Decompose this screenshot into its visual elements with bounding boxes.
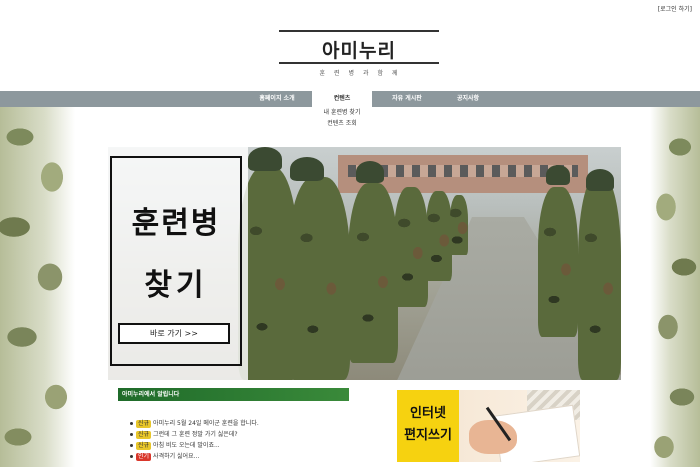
notice-item[interactable]: 신규 아미누리 5월 24일 메이군 훈련을 합니다.: [130, 418, 360, 429]
internet-letter-banner[interactable]: 인터넷 편지쓰기: [397, 390, 580, 462]
notice-item-text: 아침 비도 오는데 말이죠...: [153, 442, 220, 449]
soldier-helmet: [248, 147, 282, 171]
soldier-helmet: [290, 157, 324, 181]
site-logo[interactable]: 아미누리 훈련병과함께: [279, 30, 439, 82]
notice-header[interactable]: 아미누리에서 알립니다: [118, 388, 349, 401]
new-badge: 신규: [136, 442, 152, 450]
logo-rule-top: [279, 30, 439, 32]
soldier-figure: [426, 191, 452, 281]
notice-item-text: 아미누리 5월 24일 메이군 훈련을 합니다.: [153, 420, 259, 427]
new-badge: 신규: [136, 431, 152, 439]
soldier-figure: [578, 177, 621, 380]
go-now-button[interactable]: 바로 가기 >>: [118, 323, 230, 344]
contents-dropdown: 내 훈련병 찾기 컨텐츠 조회: [312, 107, 372, 129]
notice-item-text: 사격하기 싫어요...: [153, 453, 200, 460]
notice-item[interactable]: 신규 그런데 그 훈련 정말 가기 싫은데?: [130, 429, 360, 440]
soldier-figure: [450, 195, 468, 255]
nav-item-notice[interactable]: 공지사항: [448, 91, 488, 107]
camo-background-left: [0, 107, 75, 467]
soldier-figure: [288, 177, 350, 380]
soldier-figure: [348, 183, 398, 363]
notice-item-text: 그런데 그 훈련 정말 가기 싫은데?: [153, 431, 238, 438]
nav-item-contents[interactable]: 컨텐츠: [312, 91, 372, 107]
login-link[interactable]: [로그인 하기]: [658, 4, 692, 13]
dropdown-item-find-trainee[interactable]: 내 훈련병 찾기: [312, 107, 372, 118]
notice-item[interactable]: 신규 아침 비도 오는데 말이죠...: [130, 440, 360, 451]
soldier-helmet: [546, 165, 570, 185]
logo-title: 아미누리: [322, 40, 396, 62]
hero-title-line1: 훈련병: [131, 206, 221, 241]
notice-item[interactable]: 인기 사격하기 싫어요...: [130, 451, 360, 462]
soldier-helmet: [356, 161, 384, 183]
logo-rule-bottom: [279, 62, 439, 64]
camo-background-right: [650, 107, 700, 467]
letter-banner-line2: 편지쓰기: [404, 428, 452, 443]
nav-item-about[interactable]: 홈페이지 소개: [250, 91, 304, 107]
soldier-figure: [538, 187, 578, 337]
hot-badge: 인기: [136, 453, 152, 461]
notice-list: 신규 아미누리 5월 24일 메이군 훈련을 합니다. 신규 그런데 그 훈련 정말…: [130, 418, 360, 462]
main-nav: 홈페이지 소개 컨텐츠 자유 게시판 공지사항: [0, 91, 700, 107]
soldier-figure: [394, 187, 428, 307]
nav-item-free-board[interactable]: 자유 게시판: [382, 91, 432, 107]
soldier-helmet: [586, 169, 614, 191]
dropdown-item-view-contents[interactable]: 컨텐츠 조회: [312, 118, 372, 129]
logo-subtitle: 훈련병과함께: [319, 70, 407, 77]
new-badge: 신규: [136, 420, 152, 428]
letter-banner-line1: 인터넷: [410, 406, 446, 421]
hero-title-line2: 찾기: [144, 268, 208, 303]
